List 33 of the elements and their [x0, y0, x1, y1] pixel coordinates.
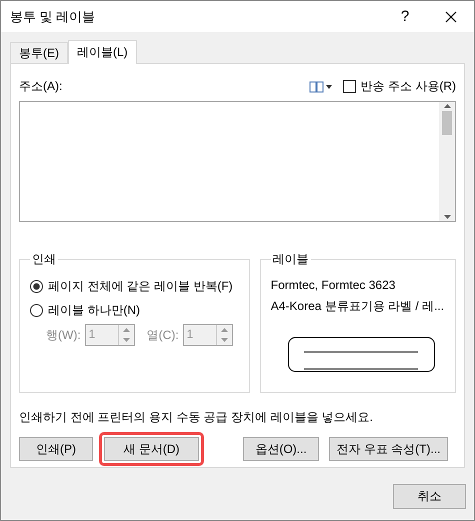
radio-label: 페이지 전체에 같은 레이블 반복(F)	[48, 278, 233, 295]
label-info: A4-Korea 분류표기용 라벨 / 레...	[270, 299, 444, 313]
cancel-button[interactable]: 취소	[393, 484, 466, 509]
address-label: 주소(A):	[19, 78, 64, 95]
radio-button[interactable]	[30, 280, 43, 293]
tab[interactable]: 레이블(L)	[68, 40, 137, 64]
return-address-checkbox[interactable]: 반송 주소 사용(R)	[342, 78, 456, 95]
dialog-button[interactable]: 옵션(O)...	[243, 437, 319, 461]
tab[interactable]: 봉투(E)	[10, 42, 68, 63]
address-book-icon[interactable]	[308, 80, 335, 92]
up-arrow-icon[interactable]	[444, 104, 450, 108]
down-arrow-icon[interactable]	[220, 338, 228, 342]
spin-label: 열(C):	[146, 326, 179, 344]
group-title: 인쇄	[31, 251, 57, 268]
scrollbar-thumb[interactable]	[442, 111, 452, 135]
dialog-button[interactable]: 새 문서(D)	[104, 437, 199, 461]
dialog-button[interactable]: 전자 우표 속성(T)...	[329, 437, 448, 461]
radio-label: 레이블 하나만(N)	[48, 302, 140, 319]
group-title: 레이블	[272, 251, 310, 268]
up-arrow-icon[interactable]	[122, 328, 130, 332]
help-button[interactable]: ?	[382, 1, 428, 32]
instruction-text: 인쇄하기 전에 프린터의 용지 수동 공급 장치에 레이블을 넣으세요.	[19, 409, 374, 426]
label-info: Formtec, Formtec 3623	[270, 278, 396, 292]
down-arrow-icon[interactable]	[122, 338, 130, 342]
dialog-button[interactable]: 인쇄(P)	[19, 437, 93, 461]
down-arrow-icon[interactable]	[444, 215, 450, 219]
address-field[interactable]	[19, 101, 456, 222]
radio-button[interactable]	[30, 304, 43, 317]
spin-label: 행(W):	[46, 326, 81, 344]
up-arrow-icon[interactable]	[220, 328, 228, 332]
close-icon	[445, 10, 457, 22]
scrollbar[interactable]	[439, 102, 455, 221]
window-title: 봉투 및 레이블	[10, 8, 96, 26]
